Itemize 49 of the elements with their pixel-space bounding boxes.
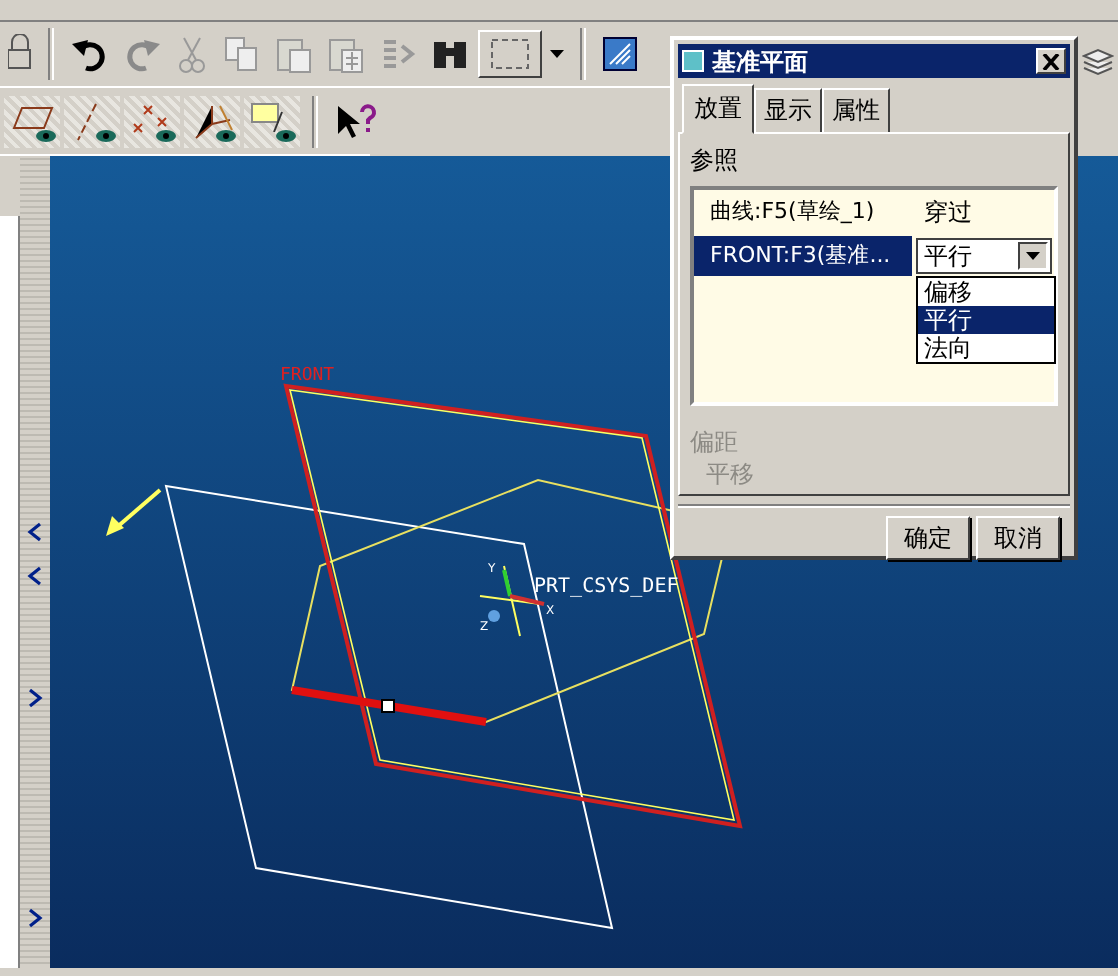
undo-icon — [70, 34, 110, 74]
axis-eye-button[interactable] — [64, 95, 120, 147]
dialog-button[interactable]: 确定 — [886, 516, 970, 560]
note-eye-icon — [248, 99, 296, 143]
view-button[interactable] — [598, 32, 642, 76]
selection-box-icon — [488, 36, 532, 72]
section-label: 参照 — [690, 144, 740, 178]
plane-label: FRONT — [280, 366, 335, 386]
arrows-icon — [378, 34, 418, 74]
help-pointer-icon — [334, 101, 378, 141]
tab[interactable]: 显示 — [754, 88, 822, 134]
csys-label: PRT_CSYS_DEF — [534, 576, 679, 598]
point-eye-icon — [128, 99, 176, 143]
dialog-button[interactable]: 取消 — [976, 516, 1060, 560]
chevron-right-icon — [26, 907, 44, 928]
paste-special-icon — [326, 34, 366, 74]
chevron-left-icon — [26, 521, 44, 542]
lock-icon — [8, 34, 32, 74]
dropdown-option[interactable]: 偏移 — [918, 278, 1054, 306]
copy-icon — [222, 34, 262, 74]
point-eye-button[interactable] — [124, 95, 180, 147]
note-eye-button[interactable] — [244, 95, 300, 147]
close-button[interactable] — [1036, 48, 1066, 74]
edge-handle[interactable] — [381, 699, 395, 713]
caret-button[interactable] — [546, 46, 568, 62]
caret-icon — [550, 50, 564, 58]
caret-down-icon — [1026, 252, 1040, 260]
constraint-text: 穿过 — [924, 196, 972, 230]
window-title: 基准平面 — [712, 45, 810, 79]
layers-icon — [1082, 47, 1114, 76]
plane-eye-button[interactable] — [4, 95, 60, 147]
tab[interactable]: 属性 — [822, 88, 890, 134]
offset-value: 平移 — [704, 458, 756, 490]
cut-icon — [174, 34, 210, 74]
window-icon — [682, 50, 704, 72]
redo-icon — [122, 34, 162, 74]
tab[interactable]: 放置 — [682, 84, 754, 134]
reference-item[interactable]: 曲线:F5(草绘_1) — [694, 192, 912, 232]
chevron-right-icon — [26, 687, 44, 708]
reference-item[interactable]: FRONT:F3(基准... — [694, 236, 912, 276]
direction-arrow — [106, 488, 162, 536]
selection-box-button[interactable] — [478, 30, 542, 78]
chevron-left-icon — [26, 565, 44, 586]
dropdown-option[interactable]: 法向 — [918, 334, 1054, 362]
dropdown-option[interactable]: 平行 — [918, 306, 1054, 334]
offset-label: 偏距 — [690, 426, 740, 458]
csys-eye-button[interactable] — [184, 95, 240, 147]
view-icon — [602, 36, 638, 72]
paste-icon — [274, 34, 314, 74]
